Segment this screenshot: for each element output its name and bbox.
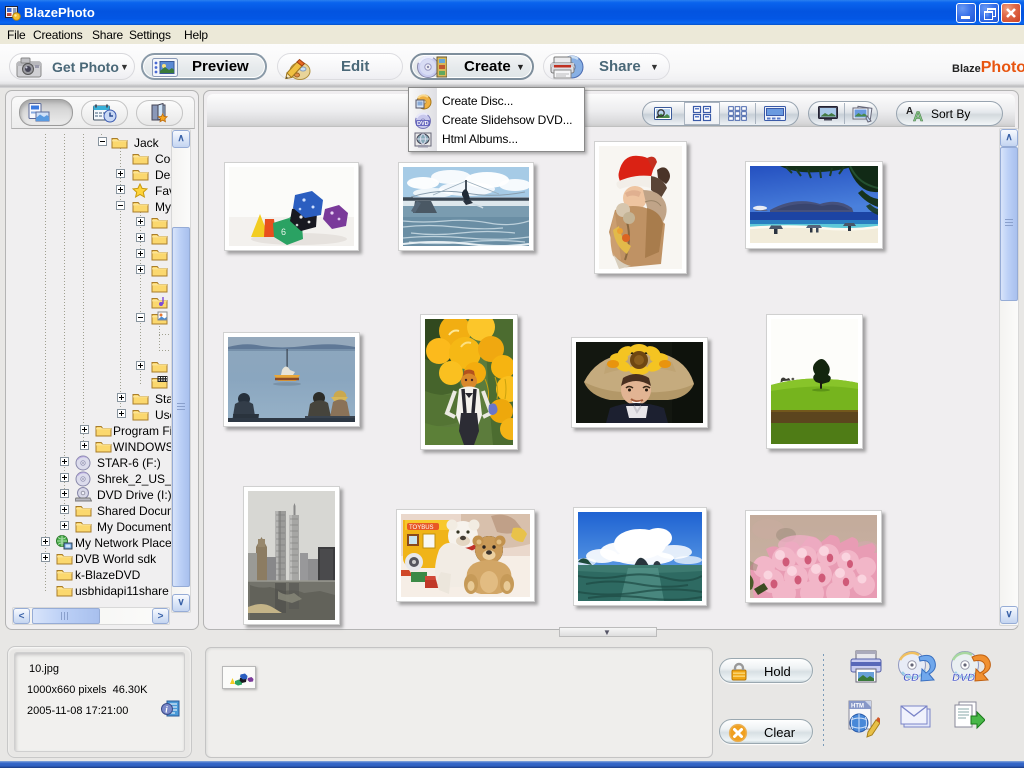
- svg-text:DVD: DVD: [952, 672, 975, 683]
- svg-text:CD: CD: [903, 672, 919, 683]
- svg-text:HTM: HTM: [851, 704, 864, 710]
- svg-text:DVD: DVD: [417, 121, 429, 127]
- svg-text:TOYBUS: TOYBUS: [409, 525, 434, 531]
- svg-text:A: A: [913, 108, 923, 123]
- svg-text:6: 6: [281, 227, 286, 237]
